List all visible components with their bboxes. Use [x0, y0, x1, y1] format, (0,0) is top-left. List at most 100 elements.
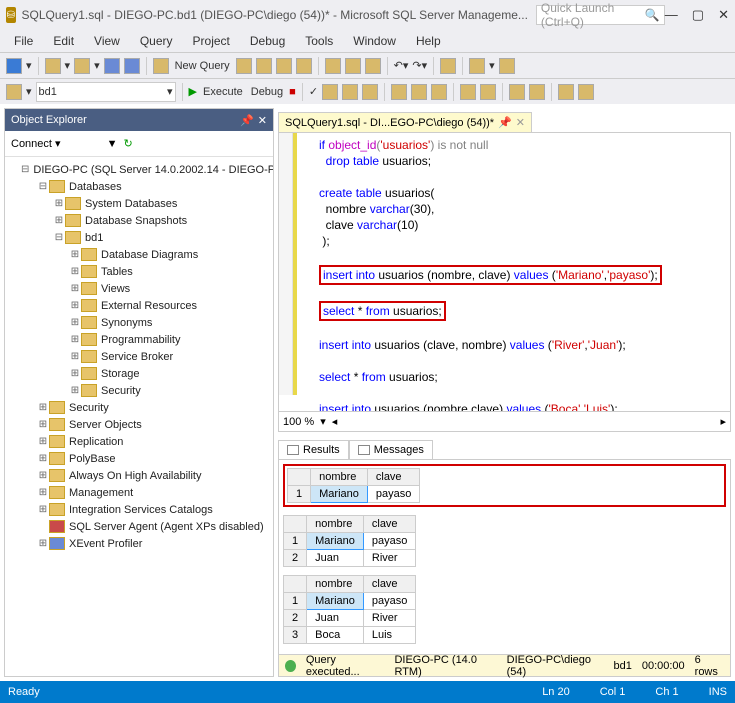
open-icon[interactable] — [74, 58, 90, 74]
folder-icon — [81, 265, 97, 278]
tree-item: ⊞Tables — [5, 263, 273, 280]
tree-item: ⊞XEvent Profiler — [5, 535, 273, 552]
tab-sqlquery1[interactable]: SQLQuery1.sql - DI...EGO-PC\diego (54))*… — [278, 112, 532, 132]
paste-icon[interactable] — [365, 58, 381, 74]
tree-sysdb: ⊞System Databases — [5, 195, 273, 212]
code-editor[interactable]: if object_id('usuarios') is not null dro… — [278, 132, 731, 412]
copy-icon[interactable] — [345, 58, 361, 74]
zoom-dropdown-icon[interactable]: ▾ — [320, 415, 326, 428]
dropdown-icon[interactable]: ▾ — [94, 59, 100, 72]
minimize-button[interactable]: — — [665, 7, 678, 23]
maximize-button[interactable]: ▢ — [692, 7, 704, 23]
toolbar-main: ▾ ▾ ▾ New Query ↶▾ ↷▾ ▾ — [0, 52, 735, 78]
save-icon[interactable] — [104, 58, 120, 74]
results-pane[interactable]: nombreclave 1Marianopayaso nombreclave 1… — [278, 460, 731, 655]
menu-help[interactable]: Help — [408, 32, 449, 50]
disconnect-icon[interactable] — [67, 137, 81, 151]
undo-icon[interactable]: ↶▾ — [394, 59, 409, 72]
status-col: Col 1 — [600, 686, 626, 698]
tb-icon[interactable] — [296, 58, 312, 74]
dropdown-icon[interactable]: ▾ — [65, 59, 71, 72]
tb-icon[interactable] — [578, 84, 594, 100]
redo-icon[interactable]: ↷▾ — [412, 59, 427, 72]
menubar: File Edit View Query Project Debug Tools… — [0, 30, 735, 52]
pin-icon[interactable]: 📌 — [498, 116, 512, 129]
folder-icon — [49, 418, 65, 431]
tb-icon[interactable] — [362, 84, 378, 100]
parse-icon[interactable]: ✓ — [309, 85, 318, 98]
connect-toolbar: Connect ▾ ▼ ↻ — [5, 131, 273, 157]
tb-icon[interactable] — [460, 84, 476, 100]
menu-edit[interactable]: Edit — [45, 32, 82, 50]
tb-icon[interactable] — [529, 84, 545, 100]
folder-icon — [81, 248, 97, 261]
status-ins: INS — [709, 686, 727, 698]
close-button[interactable]: ✕ — [718, 7, 729, 23]
pin-icon[interactable]: 📌 — [240, 114, 254, 127]
scroll-right-icon[interactable]: ▸ — [720, 415, 726, 428]
tree-item: ⊞External Resources — [5, 297, 273, 314]
nav-dropdown-icon[interactable]: ▾ — [26, 59, 32, 72]
connect-icon[interactable] — [6, 84, 22, 100]
dropdown-icon[interactable]: ▾ — [489, 59, 495, 72]
status-db: bd1 — [613, 660, 631, 672]
menu-window[interactable]: Window — [345, 32, 404, 50]
new-query-icon[interactable] — [153, 58, 169, 74]
menu-project[interactable]: Project — [185, 32, 238, 50]
debug-button[interactable]: Debug — [249, 86, 285, 98]
tb-icon[interactable] — [139, 137, 153, 151]
scroll-left-icon[interactable]: ◂ — [332, 415, 338, 428]
tb-icon[interactable] — [342, 84, 358, 100]
messages-tab[interactable]: Messages — [349, 440, 433, 459]
stop-icon[interactable]: ■ — [289, 86, 296, 98]
database-selector[interactable]: bd1▾ — [36, 82, 176, 102]
tb-icon[interactable] — [480, 84, 496, 100]
status-exec: Query executed... — [306, 654, 385, 678]
tb-icon[interactable] — [411, 84, 427, 100]
nav-back-icon[interactable] — [6, 58, 22, 74]
tb-icon[interactable] — [256, 58, 272, 74]
quick-launch[interactable]: Quick Launch (Ctrl+Q) 🔍 — [536, 5, 665, 25]
folder-icon — [65, 197, 81, 210]
panel-close-icon[interactable]: ✕ — [258, 114, 267, 127]
tab-close-icon[interactable]: ✕ — [516, 116, 525, 129]
execute-icon[interactable]: ▶ — [189, 85, 197, 98]
search-icon: 🔍 — [645, 8, 660, 22]
tb-icon[interactable] — [509, 84, 525, 100]
folder-icon — [49, 401, 65, 414]
grid-icon — [287, 445, 299, 455]
filter-icon[interactable]: ▼ — [107, 138, 118, 150]
stop-icon[interactable] — [87, 137, 101, 151]
folder-icon — [81, 367, 97, 380]
folder-icon — [81, 299, 97, 312]
tb-icon[interactable] — [431, 84, 447, 100]
tb-icon[interactable] — [391, 84, 407, 100]
menu-debug[interactable]: Debug — [242, 32, 293, 50]
folder-icon — [81, 282, 97, 295]
execute-button[interactable]: Execute — [201, 86, 245, 98]
menu-query[interactable]: Query — [132, 32, 181, 50]
tb-icon[interactable] — [276, 58, 292, 74]
folder-icon — [49, 435, 65, 448]
tb-icon[interactable] — [469, 58, 485, 74]
tree-item: ⊞Programmability — [5, 331, 273, 348]
tb-icon[interactable] — [499, 58, 515, 74]
tb-icon[interactable] — [236, 58, 252, 74]
refresh-icon[interactable]: ↻ — [123, 137, 132, 150]
save-all-icon[interactable] — [124, 58, 140, 74]
new-project-icon[interactable] — [45, 58, 61, 74]
menu-view[interactable]: View — [86, 32, 128, 50]
results-tab[interactable]: Results — [278, 440, 349, 459]
menu-tools[interactable]: Tools — [297, 32, 341, 50]
menu-file[interactable]: File — [6, 32, 41, 50]
tb-icon[interactable] — [322, 84, 338, 100]
dropdown-icon[interactable]: ▾ — [26, 85, 32, 98]
tb-icon[interactable] — [440, 58, 456, 74]
zoom-value[interactable]: 100 % — [283, 416, 314, 428]
new-query-button[interactable]: New Query — [173, 60, 232, 72]
cut-icon[interactable] — [325, 58, 341, 74]
connect-button[interactable]: Connect ▾ — [11, 137, 61, 150]
status-ready: Ready — [8, 686, 40, 698]
tb-icon[interactable] — [558, 84, 574, 100]
object-tree[interactable]: ⊟DIEGO-PC (SQL Server 14.0.2002.14 - DIE… — [5, 157, 273, 676]
